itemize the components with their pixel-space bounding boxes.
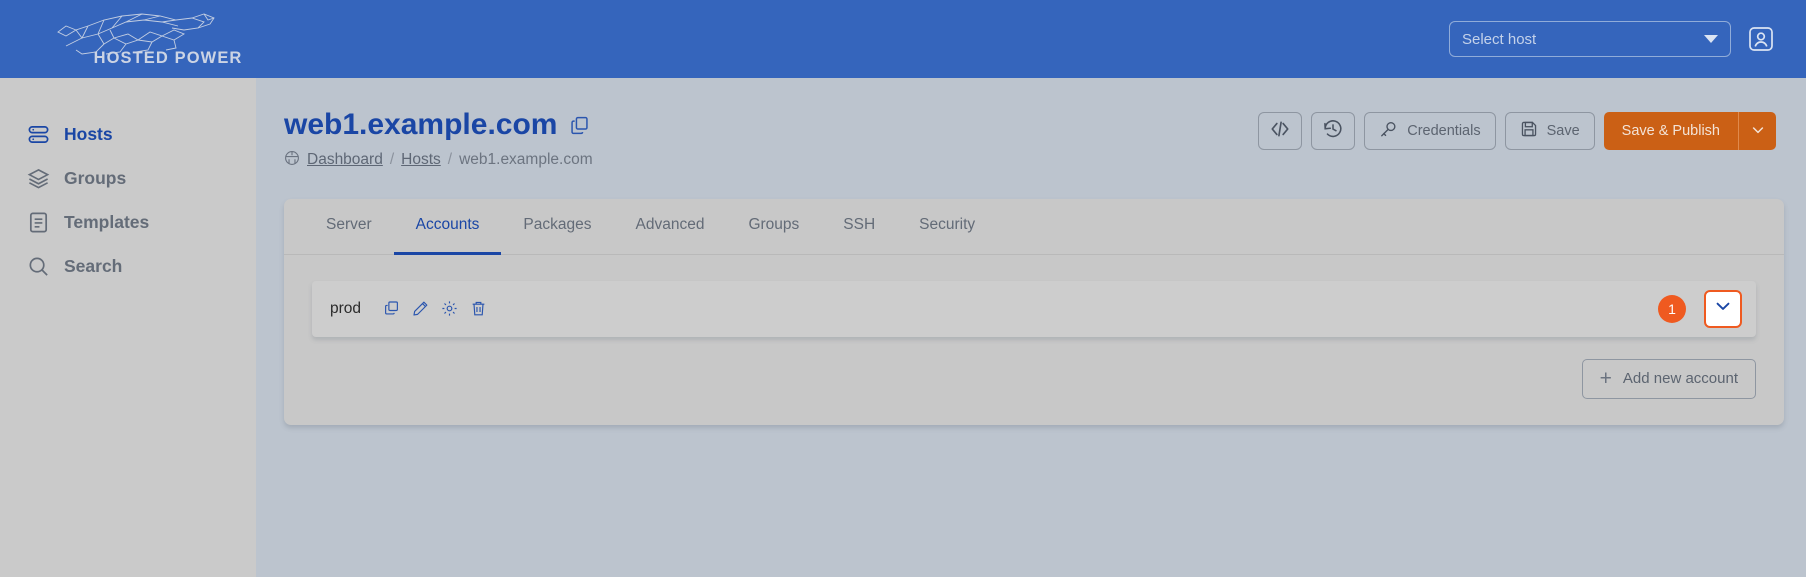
account-row-actions	[383, 300, 487, 317]
chevron-down-icon	[1713, 296, 1733, 321]
save-and-publish-dropdown-button[interactable]	[1738, 112, 1776, 150]
code-view-button[interactable]	[1258, 112, 1303, 150]
save-button[interactable]: Save	[1504, 112, 1595, 150]
save-and-publish-group: Save & Publish	[1603, 112, 1776, 150]
floppy-disk-icon	[1520, 120, 1538, 142]
copy-icon[interactable]	[383, 300, 400, 317]
credentials-button[interactable]: Credentials	[1364, 112, 1496, 150]
key-icon	[1379, 120, 1398, 143]
table-row[interactable]: prod 1	[312, 280, 1756, 337]
sidebar-item-label: Hosts	[64, 123, 113, 144]
status-badge: 1	[1658, 294, 1686, 323]
caret-down-icon	[1704, 35, 1718, 43]
chevron-down-icon	[1750, 122, 1766, 141]
credentials-button-label: Credentials	[1407, 123, 1481, 139]
globe-dashboard-icon	[284, 150, 300, 171]
sidebar-item-label: Templates	[64, 211, 150, 232]
trash-icon[interactable]	[470, 300, 487, 317]
tab-bar: Server Accounts Packages Advanced Groups…	[284, 199, 1784, 255]
breadcrumb-link-hosts[interactable]: Hosts	[401, 151, 441, 169]
page-title-text: web1.example.com	[284, 108, 558, 141]
gear-icon[interactable]	[441, 300, 458, 317]
sidebar-item-label: Groups	[64, 167, 127, 188]
plus-icon: +	[1599, 367, 1612, 390]
user-account-icon[interactable]	[1747, 26, 1774, 53]
page-action-buttons: Credentials Save Save & Publish	[1258, 108, 1776, 150]
history-button[interactable]	[1311, 112, 1356, 150]
page-header: web1.example.com Dashboard / Hosts / web…	[284, 108, 1776, 171]
history-clock-icon	[1322, 118, 1344, 144]
main-content-area: web1.example.com Dashboard / Hosts / web…	[256, 78, 1806, 577]
save-button-label: Save	[1546, 123, 1580, 139]
breadcrumb-link-dashboard[interactable]: Dashboard	[307, 151, 383, 169]
server-stack-icon	[26, 122, 50, 146]
add-new-account-label: Add new account	[1622, 370, 1738, 387]
host-select-value: Select host	[1462, 30, 1537, 48]
accounts-panel: prod 1	[284, 255, 1784, 337]
tab-packages[interactable]: Packages	[501, 199, 613, 255]
account-name: prod	[330, 299, 362, 317]
tab-groups[interactable]: Groups	[726, 199, 821, 255]
expand-account-button[interactable]	[1704, 289, 1742, 328]
breadcrumb-separator: /	[447, 151, 453, 168]
brand-logo[interactable]: HOSTED POWER	[0, 0, 256, 78]
tab-ssh[interactable]: SSH	[821, 199, 897, 255]
code-brackets-icon	[1269, 119, 1291, 143]
sidebar-navigation: Hosts Groups Templates Search	[0, 78, 256, 577]
sidebar-item-hosts[interactable]: Hosts	[0, 112, 256, 156]
tab-server[interactable]: Server	[304, 199, 394, 255]
document-list-icon	[26, 210, 50, 234]
accounts-panel-footer: + Add new account	[284, 337, 1784, 399]
edit-pencil-icon[interactable]	[412, 300, 429, 317]
host-select-dropdown[interactable]: Select host	[1449, 21, 1731, 57]
sidebar-item-search[interactable]: Search	[0, 244, 256, 288]
page-title: web1.example.com	[284, 108, 593, 143]
top-header-controls: Select host	[1449, 21, 1806, 57]
brand-wordmark: HOSTED POWER	[93, 49, 243, 67]
top-header-bar: HOSTED POWER Select host	[0, 0, 1806, 78]
account-row-status: 1	[1658, 289, 1742, 328]
breadcrumb: Dashboard / Hosts / web1.example.com	[284, 150, 593, 171]
sidebar-item-label: Search	[64, 255, 123, 276]
layers-icon	[26, 166, 50, 190]
breadcrumb-current: web1.example.com	[459, 151, 593, 168]
tab-security[interactable]: Security	[897, 199, 997, 255]
add-new-account-button[interactable]: + Add new account	[1581, 358, 1756, 399]
page-title-block: web1.example.com Dashboard / Hosts / web…	[284, 108, 593, 171]
save-and-publish-button[interactable]: Save & Publish	[1603, 112, 1738, 150]
sidebar-item-groups[interactable]: Groups	[0, 156, 256, 200]
copy-icon[interactable]	[569, 115, 590, 136]
tab-advanced[interactable]: Advanced	[614, 199, 727, 255]
tab-accounts[interactable]: Accounts	[393, 199, 502, 255]
host-detail-card: Server Accounts Packages Advanced Groups…	[284, 198, 1784, 425]
breadcrumb-separator: /	[389, 151, 395, 168]
sidebar-item-templates[interactable]: Templates	[0, 200, 256, 244]
magnifier-icon	[26, 254, 50, 278]
